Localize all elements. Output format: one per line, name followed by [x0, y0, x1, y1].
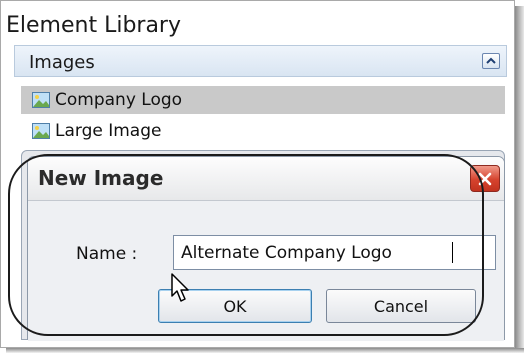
dialog-title: New Image	[38, 166, 164, 190]
name-label: Name :	[76, 244, 138, 264]
text-caret	[452, 242, 453, 263]
dialog-titlebar[interactable]: New Image	[28, 157, 504, 201]
image-icon	[32, 123, 50, 139]
list-item-label: Company Logo	[55, 90, 183, 110]
panel-shadow-bottom	[6, 348, 524, 353]
images-section-header[interactable]: Images	[14, 45, 507, 77]
name-input[interactable]	[173, 235, 496, 270]
cancel-button[interactable]: Cancel	[326, 289, 476, 323]
panel-shadow	[515, 6, 524, 353]
list-item-company-logo[interactable]: Company Logo	[21, 86, 505, 114]
chevron-up-icon[interactable]	[482, 53, 500, 69]
ok-button[interactable]: OK	[158, 289, 312, 323]
dialog-body: Name : OK Cancel	[28, 201, 504, 341]
list-item-large-image[interactable]: Large Image	[21, 117, 505, 145]
section-label: Images	[29, 52, 95, 73]
new-image-dialog: New Image Name : OK Cancel	[27, 156, 505, 341]
close-icon[interactable]	[470, 165, 500, 192]
image-icon	[32, 92, 50, 108]
panel-title: Element Library	[6, 13, 182, 38]
list-item-label: Large Image	[55, 121, 162, 141]
